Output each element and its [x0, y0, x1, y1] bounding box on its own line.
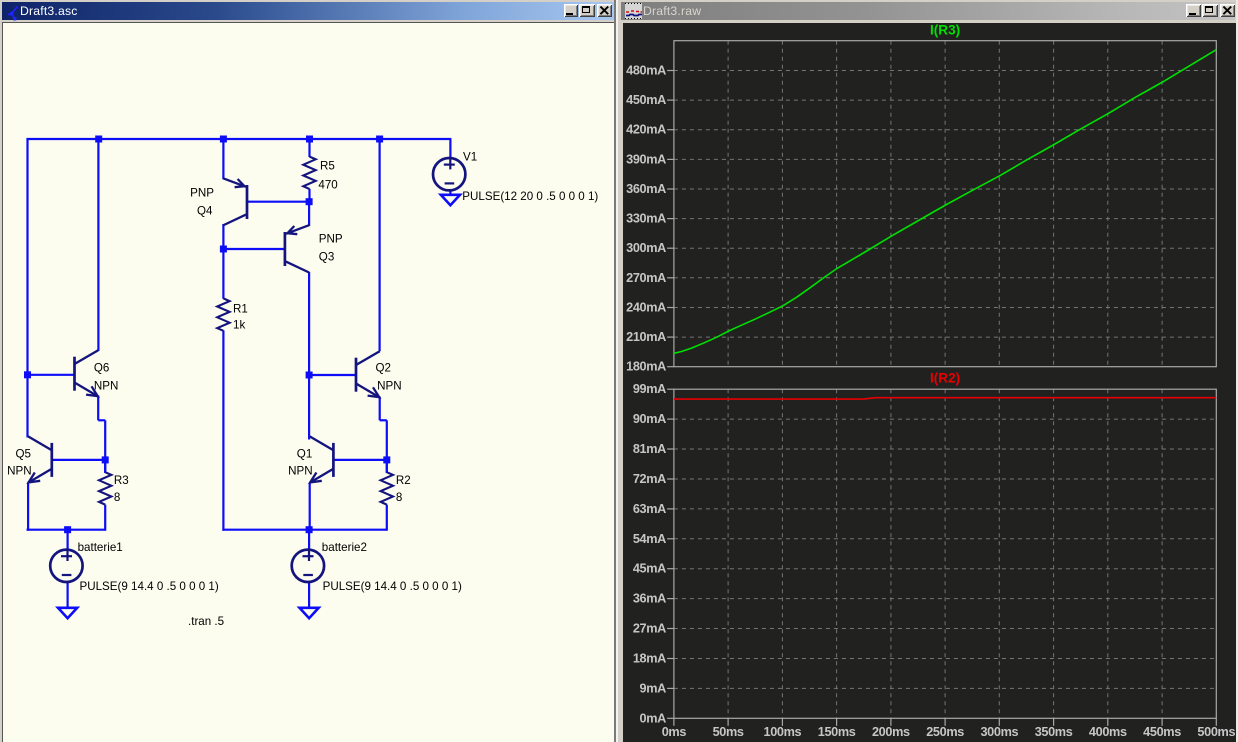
svg-text:Q5: Q5 [16, 448, 31, 461]
svg-text:V1: V1 [463, 150, 477, 163]
svg-text:27mA: 27mA [632, 621, 665, 635]
svg-text:390mA: 390mA [626, 152, 666, 166]
svg-text:I(R3): I(R3) [929, 23, 959, 38]
svg-text:Q3: Q3 [319, 251, 334, 264]
svg-text:180mA: 180mA [626, 359, 666, 373]
svg-text:NPN: NPN [94, 380, 118, 393]
svg-text:8: 8 [114, 491, 120, 504]
svg-text:210mA: 210mA [626, 330, 666, 344]
svg-text:R3: R3 [114, 474, 129, 487]
svg-text:50ms: 50ms [712, 725, 743, 739]
svg-text:450mA: 450mA [626, 93, 666, 107]
svg-text:350ms: 350ms [1034, 725, 1072, 739]
svg-text:Q6: Q6 [94, 361, 109, 374]
svg-text:Q4: Q4 [197, 205, 213, 218]
svg-text:420mA: 420mA [626, 122, 666, 136]
svg-text:PNP: PNP [319, 233, 343, 246]
svg-text:R5: R5 [320, 160, 335, 173]
svg-text:100ms: 100ms [763, 725, 801, 739]
svg-text:PULSE(9 14.4 0 .5 0 0 0 1): PULSE(9 14.4 0 .5 0 0 0 1) [323, 580, 462, 593]
svg-text:450ms: 450ms [1143, 725, 1181, 739]
svg-text:R2: R2 [396, 474, 411, 487]
svg-text:300mA: 300mA [626, 241, 666, 255]
svg-text:72mA: 72mA [632, 472, 665, 486]
svg-text:99mA: 99mA [632, 382, 665, 396]
svg-text:Q1: Q1 [297, 448, 312, 461]
svg-text:470: 470 [318, 179, 337, 192]
svg-text:PNP: PNP [190, 187, 214, 200]
svg-text:480mA: 480mA [626, 63, 666, 77]
svg-text:9mA: 9mA [639, 681, 666, 695]
svg-text:300ms: 300ms [980, 725, 1018, 739]
svg-text:150ms: 150ms [817, 725, 855, 739]
svg-text:500ms: 500ms [1197, 725, 1235, 739]
svg-text:81mA: 81mA [632, 442, 665, 456]
svg-text:45mA: 45mA [632, 561, 665, 575]
svg-text:.tran .5: .tran .5 [188, 615, 224, 628]
svg-text:NPN: NPN [288, 464, 312, 477]
svg-text:NPN: NPN [7, 464, 31, 477]
svg-text:1k: 1k [233, 319, 245, 332]
svg-text:PULSE(12 20 0 .5 0 0 0 1): PULSE(12 20 0 .5 0 0 0 1) [462, 190, 598, 203]
svg-text:batterie1: batterie1 [78, 541, 123, 554]
svg-text:250ms: 250ms [926, 725, 964, 739]
svg-text:270mA: 270mA [626, 270, 666, 284]
svg-text:0ms: 0ms [661, 725, 686, 739]
svg-text:0mA: 0mA [639, 711, 666, 725]
svg-text:330mA: 330mA [626, 211, 666, 225]
svg-text:PULSE(9 14.4 0 .5 0 0 0 1): PULSE(9 14.4 0 .5 0 0 0 1) [80, 580, 219, 593]
svg-text:NPN: NPN [377, 380, 401, 393]
svg-text:400ms: 400ms [1088, 725, 1126, 739]
svg-text:54mA: 54mA [632, 531, 665, 545]
svg-text:90mA: 90mA [632, 412, 665, 426]
svg-text:240mA: 240mA [626, 300, 666, 314]
svg-text:R1: R1 [233, 302, 248, 315]
svg-text:18mA: 18mA [632, 651, 665, 665]
svg-text:360mA: 360mA [626, 182, 666, 196]
svg-text:36mA: 36mA [632, 591, 665, 605]
svg-text:batterie2: batterie2 [322, 541, 367, 554]
svg-text:I(R2): I(R2) [929, 370, 959, 385]
svg-text:200ms: 200ms [871, 725, 909, 739]
svg-text:Q2: Q2 [376, 361, 391, 374]
svg-text:63mA: 63mA [632, 501, 665, 515]
svg-text:8: 8 [396, 491, 402, 504]
